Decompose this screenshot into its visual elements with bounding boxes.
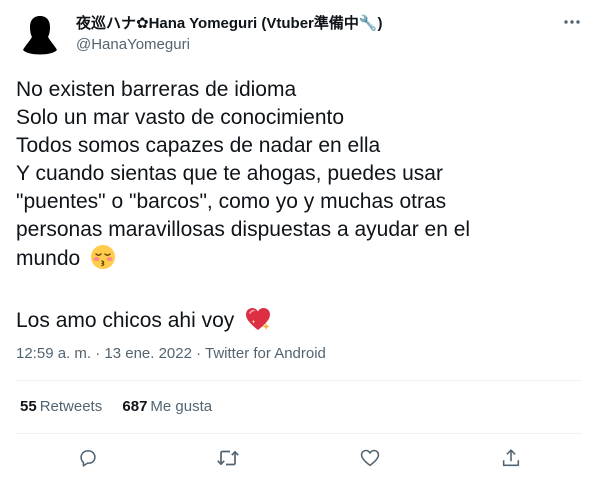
likes-label: Me gusta	[150, 398, 213, 415]
author-handle[interactable]: @HanaYomeguri	[76, 35, 383, 55]
sparkling-heart-emoji-icon	[244, 306, 272, 340]
tweet-line: Los amo chicos ahi voy	[16, 309, 235, 332]
avatar[interactable]	[16, 10, 64, 58]
tweet-line: No existen barreras de idioma	[16, 78, 297, 101]
tweet-line: Todos somos capazes de nadar en ella	[16, 134, 381, 157]
tweet-line: Y cuando sientas que te ahogas, puedes u…	[16, 162, 443, 185]
tweet-header: 夜巡ハナ✿Hana Yomeguri (Vtuber準備中🔧) @HanaYom…	[16, 10, 582, 58]
reply-button[interactable]	[74, 444, 102, 472]
tweet-line-with-emoji: mundo	[16, 244, 582, 278]
author-display-name[interactable]: 夜巡ハナ✿Hana Yomeguri (Vtuber準備中🔧)	[76, 14, 383, 34]
retweets-label: Retweets	[39, 398, 103, 415]
share-icon	[502, 449, 520, 467]
likes-count: 687	[122, 398, 148, 415]
tweet-text: No existen barreras de idioma Solo un ma…	[16, 76, 582, 340]
more-horizontal-icon[interactable]	[562, 12, 582, 32]
like-button[interactable]	[356, 444, 384, 472]
tweet-stats: 55 Retweets 687 Me gusta	[20, 397, 228, 417]
tweet-line-with-emoji: Los amo chicos ahi voy	[16, 306, 582, 340]
tweet-actions	[16, 444, 582, 472]
reply-icon	[80, 450, 96, 467]
tweet-line: "puentes" o "barcos", como yo y muchas o…	[16, 190, 447, 213]
heart-icon	[360, 449, 380, 467]
retweet-icon	[217, 450, 239, 466]
kissing-closed-eyes-emoji-icon	[90, 244, 116, 278]
retweets-stat[interactable]: 55 Retweets	[20, 397, 102, 417]
retweets-count: 55	[20, 398, 37, 415]
share-button[interactable]	[497, 444, 525, 472]
author-names: 夜巡ハナ✿Hana Yomeguri (Vtuber準備中🔧) @HanaYom…	[76, 14, 383, 55]
likes-stat[interactable]: 687 Me gusta	[122, 397, 212, 417]
divider	[16, 433, 582, 434]
tweet-line: personas maravillosas dispuestas a ayuda…	[16, 218, 471, 241]
divider	[16, 380, 582, 381]
tweet-timestamp[interactable]: 12:59 a. m. · 13 ene. 2022 · Twitter for…	[16, 344, 326, 364]
tweet-line: mundo	[16, 247, 81, 270]
tweet-line: Solo un mar vasto de conocimiento	[16, 106, 345, 129]
retweet-button[interactable]	[214, 444, 242, 472]
